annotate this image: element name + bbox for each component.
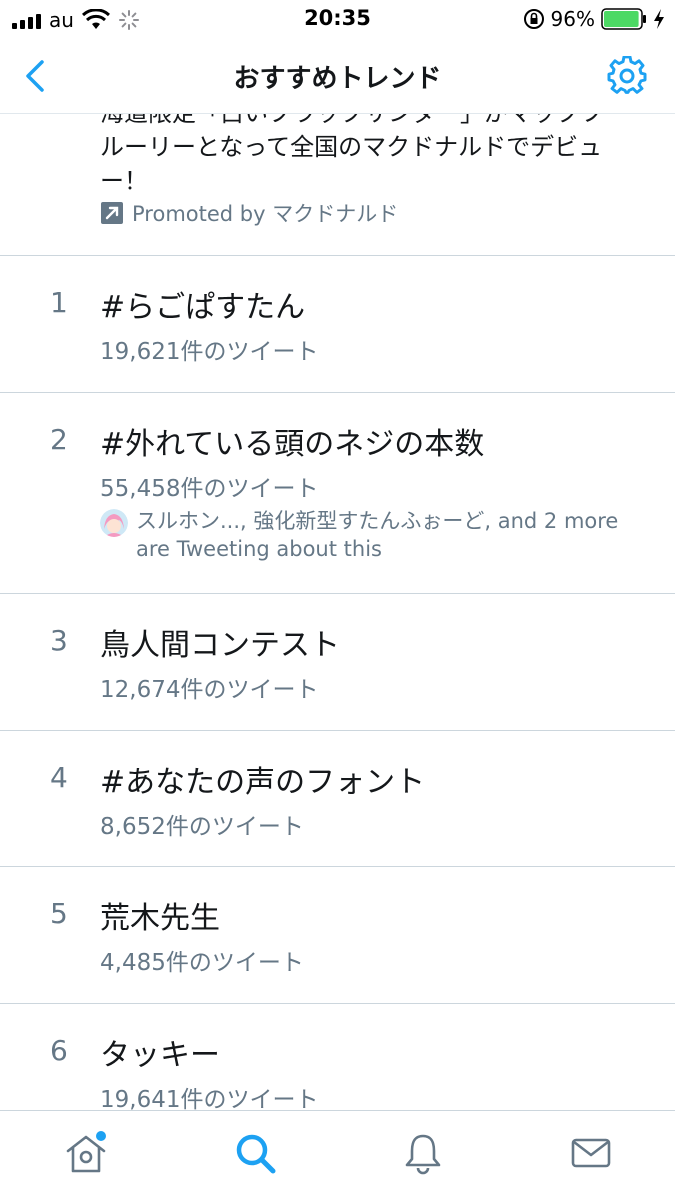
trend-rank: 6 [50,1034,68,1067]
promoted-by: Promoted by マクドナルド [100,198,398,228]
page-title: おすすめトレンド [233,64,442,94]
trend-rank: 2 [50,423,68,456]
trend-rank: 3 [50,624,68,657]
social-context-line: are Tweeting about this [136,537,382,561]
trend-rank: 1 [50,286,68,319]
gear-icon[interactable] [607,56,647,96]
home-badge-dot [96,1131,106,1141]
trend-tweet-count: 55,458件のツイート [100,476,319,502]
promoted-line: ー！ [100,167,148,195]
nav-bar: おすすめトレンド [0,40,675,114]
trend-rank: 5 [50,897,68,930]
trend-item[interactable]: 1 #らごぱすたん 19,621件のツイート [0,256,675,393]
promoted-line: 海道限定「白いブラックサンダー」がマックフ [100,114,645,130]
trend-name: #らごぱすたん [100,290,306,325]
status-bar: au 20:35 96% [0,0,675,40]
trend-tweet-count: 8,652件のツイート [100,814,304,840]
trend-item[interactable]: 2 #外れている頭のネジの本数 55,458件のツイート スルホン..., 強化… [0,393,675,594]
trend-item[interactable]: 3 鳥人間コンテスト 12,674件のツイート [0,594,675,731]
trend-name: タッキー [100,1038,220,1073]
trend-name: #外れている頭のネジの本数 [100,427,485,462]
battery-percent: 96% [550,7,595,31]
trend-name: 鳥人間コンテスト [100,628,340,663]
avatar [100,509,128,537]
promoted-line: ルーリーとなって全国のマクドナルドでデビュ [100,133,603,161]
trend-tweet-count: 12,674件のツイート [100,677,319,703]
trend-tweet-count: 19,641件のツイート [100,1087,319,1110]
trend-social-context: スルホン..., 強化新型すたんふぉーど, and 2 more are Twe… [100,507,645,563]
trend-item[interactable]: 5 荒木先生 4,485件のツイート [0,867,675,1004]
trend-name: #あなたの声のフォント [100,765,426,800]
envelope-icon[interactable] [569,1131,613,1175]
promoted-description: 海道限定「白いブラックサンダー」がマックフ ルーリーとなって全国のマクドナルドで… [100,114,645,198]
trend-tweet-count: 4,485件のツイート [100,950,304,976]
charging-bolt-icon [654,9,664,29]
trend-item[interactable]: 4 #あなたの声のフォント 8,652件のツイート [0,731,675,867]
promoted-label: Promoted by マクドナルド [132,202,399,226]
search-icon[interactable] [233,1131,277,1175]
promoted-trend[interactable]: 海道限定「白いブラックサンダー」がマックフ ルーリーとなって全国のマクドナルドで… [0,114,675,256]
trend-rank: 4 [50,761,68,794]
bell-icon[interactable] [401,1131,445,1175]
trend-tweet-count: 19,621件のツイート [100,339,319,365]
rotation-lock-icon [523,9,544,29]
trend-item[interactable]: 6 タッキー 19,641件のツイート [0,1004,675,1110]
promoted-arrow-icon [101,202,123,224]
tab-bar [0,1110,675,1200]
battery-icon [601,8,646,30]
trend-name: 荒木先生 [100,901,220,936]
social-context-line: スルホン..., 強化新型すたんふぉーど, and 2 more [136,509,619,533]
